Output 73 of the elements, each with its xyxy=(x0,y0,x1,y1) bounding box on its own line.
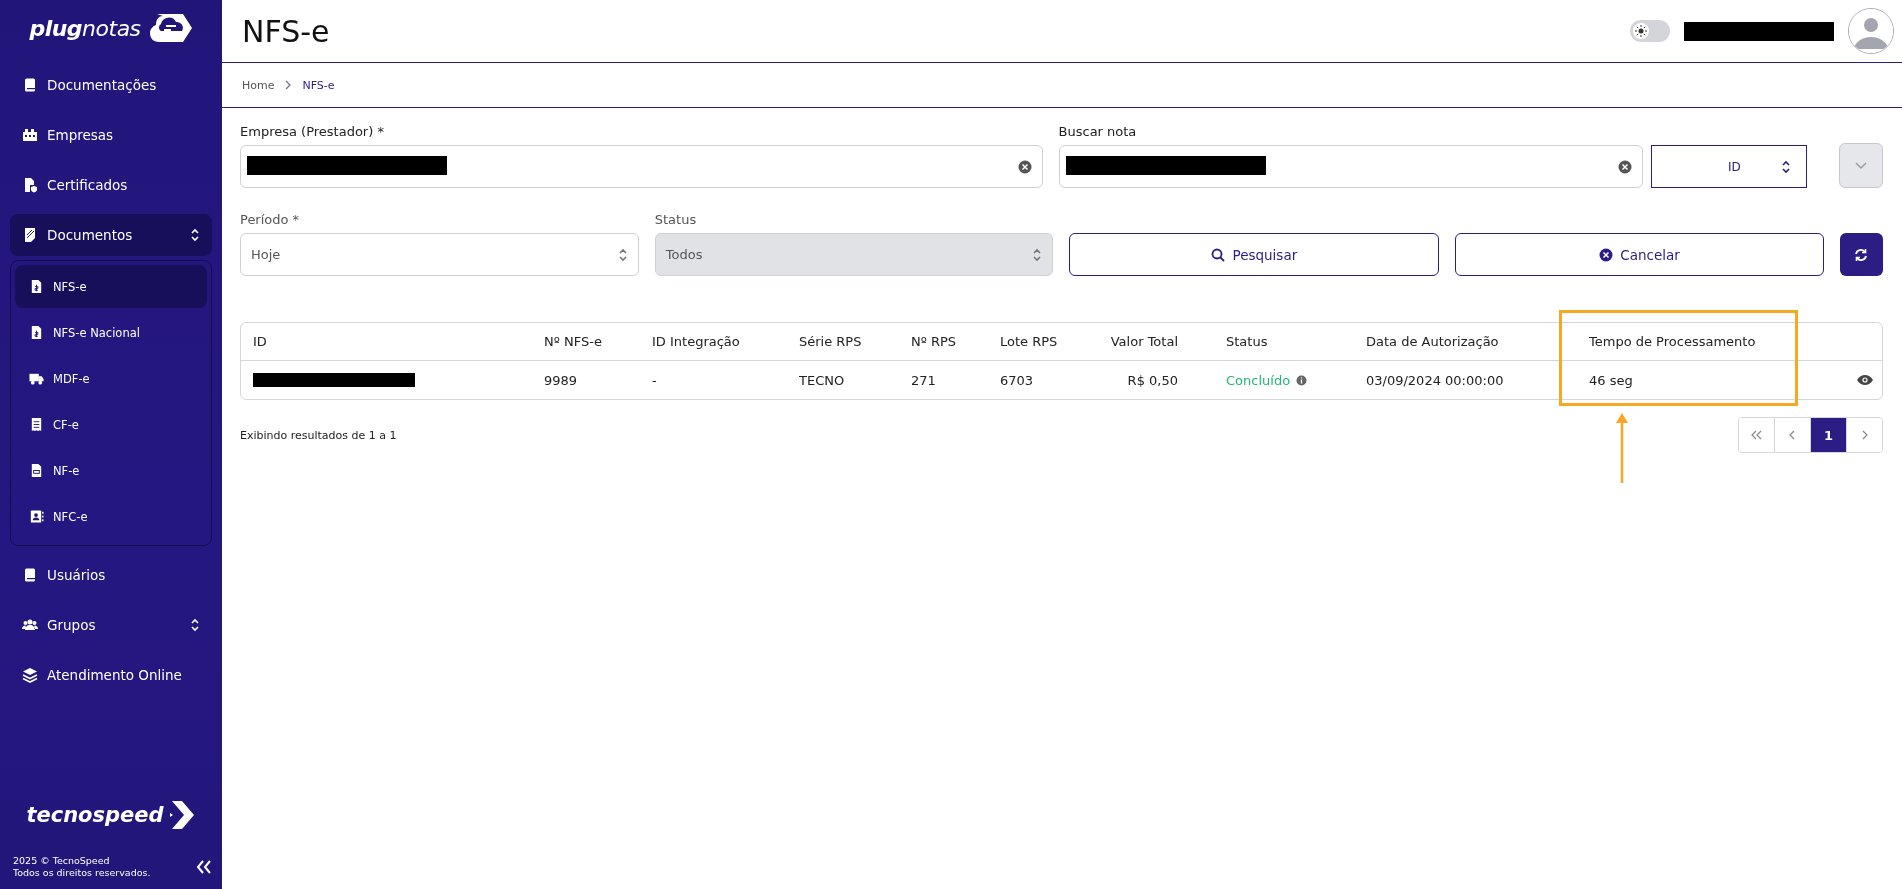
column-header: ID xyxy=(241,323,532,361)
breadcrumb-link[interactable]: NFS-e xyxy=(302,78,335,92)
sidebar-item[interactable]: Usuários xyxy=(10,554,212,596)
refresh-icon xyxy=(1854,247,1869,262)
annotation-arrow xyxy=(1616,413,1628,483)
sidebar-item[interactable]: Empresas xyxy=(10,114,212,156)
table-cell-text: 46 seg xyxy=(1588,371,1634,390)
column-header: ID Integração xyxy=(640,323,787,361)
column-header: Tempo de Processamento xyxy=(1577,323,1786,361)
submenu-item[interactable]: NFC-e xyxy=(15,495,207,538)
table-cell-text: 271 xyxy=(910,371,937,390)
search-note-field[interactable] xyxy=(1058,145,1644,188)
double-chevron-left-icon xyxy=(1750,430,1763,440)
cancel-button[interactable]: Cancelar xyxy=(1455,233,1824,276)
column-header: Nº RPS xyxy=(899,323,988,361)
chevron-right-icon xyxy=(284,80,293,90)
table-cell-text: 6703 xyxy=(999,371,1035,390)
logo-text: plugnotas xyxy=(29,15,141,41)
close-icon xyxy=(1599,247,1614,262)
copyright-text: 2025 © TecnoSpeed Todos os direitos reservados. xyxy=(13,855,151,879)
field-label: Empresa (Prestador) * xyxy=(240,124,385,139)
collapse-icon[interactable] xyxy=(196,860,212,874)
submenu-item[interactable]: NF-e xyxy=(15,449,207,492)
search-icon xyxy=(1211,247,1226,262)
table-cell-text: 9989 xyxy=(543,371,579,390)
column-header: Série RPS xyxy=(787,323,899,361)
table-cell-text: - xyxy=(651,371,658,390)
period-select[interactable]: Hoje xyxy=(240,233,639,276)
footer-logo-text: tecnospeed xyxy=(26,803,164,827)
chevron-left-icon xyxy=(1789,430,1796,440)
table-cell-text: 03/09/2024 00:00:00 xyxy=(1365,371,1505,390)
sidebar-item[interactable]: Grupos xyxy=(10,604,212,646)
submenu-item[interactable]: CF-e xyxy=(15,403,207,446)
chevron-updown-icon xyxy=(190,228,200,242)
column-header: Valor Total xyxy=(1094,323,1214,361)
sidebar-item[interactable]: Certificados xyxy=(10,164,212,206)
table-cell-text: R$ 0,50 xyxy=(1126,371,1179,390)
column-header: Status xyxy=(1214,323,1354,361)
submenu-item[interactable]: NFS-e Nacional xyxy=(15,311,207,354)
field-label: Buscar nota xyxy=(1058,124,1138,139)
submenu-item[interactable]: NFS-e xyxy=(15,265,207,308)
sidebar-item[interactable]: Documentações xyxy=(10,64,212,106)
theme-toggle[interactable] xyxy=(1630,20,1670,42)
sidebar-item[interactable]: Documentos xyxy=(10,214,212,256)
refresh-button[interactable] xyxy=(1840,233,1883,276)
chevron-updown-icon xyxy=(1032,247,1043,262)
column-header: Data de Autorização xyxy=(1354,323,1577,361)
results-count-text: Exibindo resultados de 1 a 1 xyxy=(240,428,397,442)
chevron-down-icon xyxy=(1855,161,1868,170)
submenu-item[interactable]: MDF-e xyxy=(15,357,207,400)
field-label: Período * xyxy=(240,212,301,227)
page-button[interactable]: 1 xyxy=(1810,418,1846,452)
search-type-select[interactable]: ID xyxy=(1651,145,1808,188)
sidebar-item[interactable]: Atendimento Online xyxy=(10,654,212,696)
column-header: Lote RPS xyxy=(988,323,1094,361)
search-button[interactable]: Pesquisar xyxy=(1069,233,1440,276)
info-icon[interactable] xyxy=(1296,374,1308,386)
clear-icon[interactable] xyxy=(1017,159,1032,174)
status-text: Concluído xyxy=(1226,372,1291,388)
field-label: Status xyxy=(654,212,698,227)
company-field[interactable] xyxy=(240,145,1043,188)
page-title: NFS-e xyxy=(242,13,331,49)
chevron-updown-icon xyxy=(617,247,628,262)
chevron-right-icon xyxy=(1861,430,1868,440)
chevron-logo-icon xyxy=(169,801,196,829)
column-header: Nº NFS-e xyxy=(532,323,640,361)
table-cell-text: TECNO xyxy=(798,371,846,390)
chevron-updown-icon xyxy=(190,618,200,632)
sun-icon xyxy=(1635,25,1647,37)
view-icon[interactable] xyxy=(1856,374,1874,386)
chevron-updown-icon xyxy=(1780,159,1791,174)
clear-icon[interactable] xyxy=(1618,159,1633,174)
breadcrumb-link[interactable]: Home xyxy=(242,78,275,92)
